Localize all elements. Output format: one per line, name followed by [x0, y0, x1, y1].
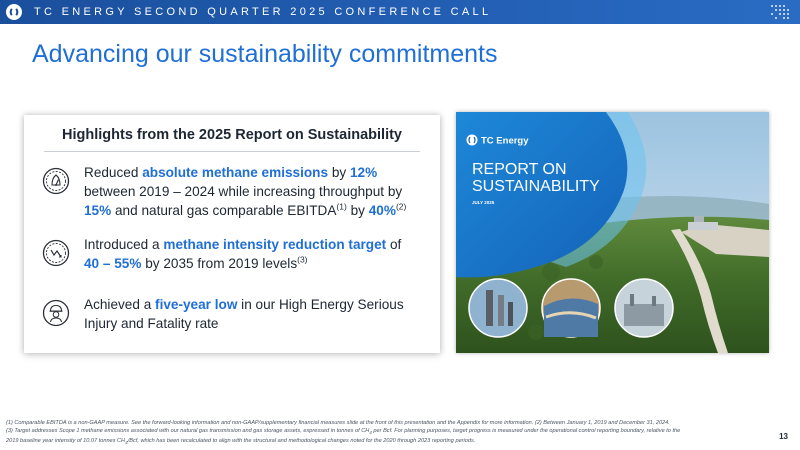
footnote-line-3: 2019 baseline year intensity of 10.07 to…: [6, 438, 476, 446]
tc-energy-logo-icon: [6, 4, 22, 20]
header-title: TC ENERGY SECOND QUARTER 2025 CONFERENCE…: [34, 6, 492, 18]
cover-photo-circle-2: [541, 278, 601, 338]
highlight-text: Achieved a five-year low in our High Ene…: [84, 297, 404, 331]
report-cover-title-2: SUSTAINABILITY: [472, 178, 600, 195]
report-cover-image: TC Energy REPORT ON SUSTAINABILITY JULY …: [456, 112, 769, 353]
svg-text:TC Energy: TC Energy: [481, 136, 529, 147]
footnote-line-1: (1) Comparable EBITDA is a non-GAAP meas…: [6, 420, 670, 426]
report-cover-title-1: REPORT ON: [472, 161, 567, 178]
footnote-line-2: (3) Target addresses Scope 1 methane emi…: [6, 428, 681, 436]
dot-grid-icon: [771, 5, 789, 19]
header-bar: TC ENERGY SECOND QUARTER 2025 CONFERENCE…: [0, 0, 800, 24]
highlight-text: Reduced absolute methane emissions by 12…: [84, 165, 407, 218]
divider: [44, 151, 420, 152]
report-cover-date: JULY 2025: [472, 200, 495, 205]
hard-hat-worker-icon: [42, 299, 70, 327]
cover-photo-circle-1: [468, 278, 528, 338]
methane-gauge-icon: [42, 167, 70, 195]
highlight-text: Introduced a methane intensity reduction…: [84, 237, 402, 271]
report-cover-graphic: TC Energy REPORT ON SUSTAINABILITY JULY …: [456, 112, 769, 353]
cover-photo-circle-3: [614, 278, 674, 338]
page-title: Advancing our sustainability commitments: [32, 40, 498, 68]
card-heading: Highlights from the 2025 Report on Susta…: [62, 127, 402, 143]
highlights-card: Highlights from the 2025 Report on Susta…: [24, 115, 440, 353]
page-number: 13: [779, 432, 788, 441]
footnotes: (1) Comparable EBITDA is a non-GAAP meas…: [6, 419, 746, 447]
methane-target-icon: [42, 239, 70, 267]
